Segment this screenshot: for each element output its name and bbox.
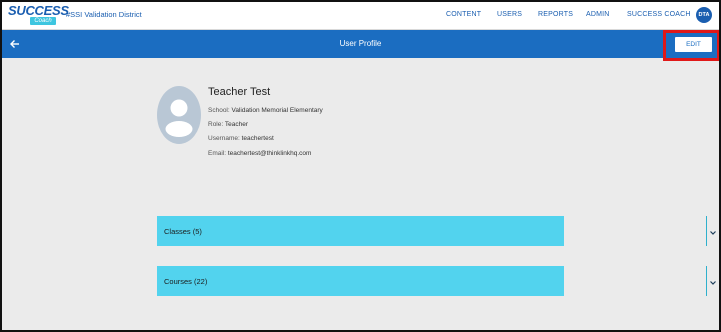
nav-users-link[interactable]: USERS (497, 11, 522, 18)
courses-accordion-label: Courses (22) (164, 277, 208, 286)
nav-success-coach-link[interactable]: SUCCESS COACH (627, 11, 691, 18)
page-title-bar: User Profile (2, 30, 719, 58)
app-window: SUCCESS Coach #SSI Validation District C… (0, 0, 721, 332)
accordion-divider (706, 216, 707, 246)
profile-school: School: Validation Memorial Elementary (208, 107, 323, 114)
edit-button[interactable]: EDIT (675, 37, 712, 52)
role-value: Teacher (224, 121, 249, 128)
school-label: School: (208, 107, 230, 114)
accordion-divider (706, 266, 707, 296)
district-name: #SSI Validation District (66, 10, 142, 19)
nav-content-link[interactable]: CONTENT (446, 11, 481, 18)
nav-admin-link[interactable]: ADMIN (586, 11, 610, 18)
classes-accordion-label: Classes (5) (164, 227, 202, 236)
school-value: Validation Memorial Elementary (231, 107, 323, 114)
logo-subtext: Coach (30, 17, 56, 25)
chevron-down-icon[interactable] (708, 275, 718, 285)
user-silhouette-icon (157, 86, 201, 144)
classes-accordion[interactable]: Classes (5) (157, 216, 716, 246)
top-navigation-bar: SUCCESS Coach #SSI Validation District C… (2, 2, 719, 30)
page-title: User Profile (339, 39, 382, 48)
email-label: Email: (208, 150, 227, 157)
profile-username: Username: teachertest (208, 135, 274, 142)
profile-email: Email: teachertest@thinklinkhq.com (208, 150, 311, 157)
profile-name: Teacher Test (208, 86, 271, 98)
username-label: Username: (208, 135, 240, 142)
profile-role: Role: Teacher (208, 121, 248, 128)
nav-reports-link[interactable]: REPORTS (538, 11, 573, 18)
chevron-down-icon[interactable] (708, 225, 718, 235)
courses-accordion[interactable]: Courses (22) (157, 266, 716, 296)
success-coach-logo[interactable]: SUCCESS Coach (8, 4, 69, 26)
user-avatar[interactable]: DTA (696, 7, 712, 23)
role-label: Role: (208, 121, 224, 128)
email-value: teachertest@thinklinkhq.com (227, 150, 312, 157)
username-value: teachertest (241, 135, 274, 142)
logo-text: SUCCESS (8, 3, 69, 18)
